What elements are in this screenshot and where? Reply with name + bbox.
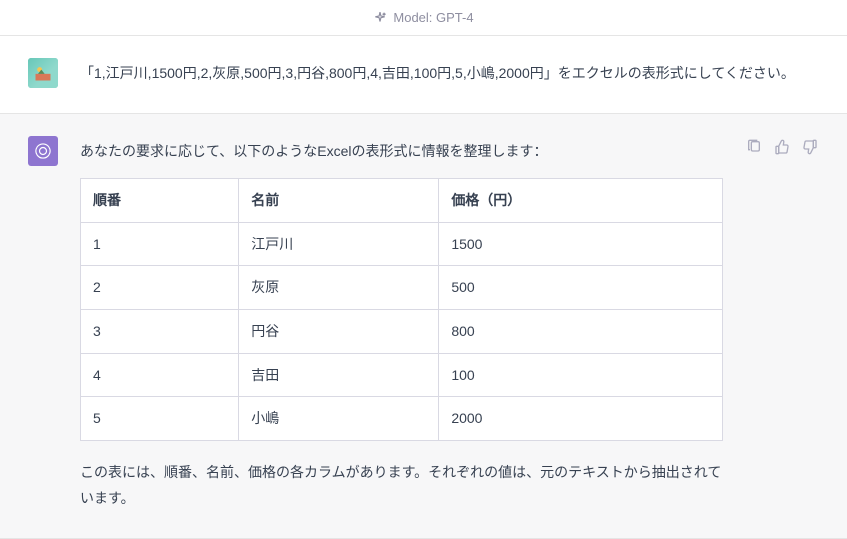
table-cell: 円谷 — [239, 309, 439, 353]
table-row: 5 小嶋 2000 — [81, 397, 723, 441]
thumbs-up-button[interactable] — [773, 138, 791, 156]
table-cell: 小嶋 — [239, 397, 439, 441]
openai-logo-icon — [33, 141, 53, 161]
table-row: 1 江戸川 1500 — [81, 222, 723, 266]
assistant-footnote: この表には、順番、名前、価格の各カラムがあります。それぞれの値は、元のテキストか… — [80, 459, 723, 512]
user-message-text: 「1,江戸川,1500円,2,灰原,500円,3,円谷,800円,4,吉田,10… — [80, 60, 819, 87]
table-row: 4 吉田 100 — [81, 353, 723, 397]
assistant-message-row: あなたの要求に応じて、以下のようなExcelの表形式に情報を整理します： 順番 … — [0, 114, 847, 539]
assistant-avatar — [28, 136, 58, 166]
table-row: 3 円谷 800 — [81, 309, 723, 353]
table-cell: 4 — [81, 353, 239, 397]
table-cell: 500 — [439, 266, 723, 310]
thumbs-down-button[interactable] — [801, 138, 819, 156]
message-actions — [745, 136, 819, 516]
assistant-intro: あなたの要求に応じて、以下のようなExcelの表形式に情報を整理します： — [80, 138, 723, 165]
table-cell: 100 — [439, 353, 723, 397]
thumbs-up-icon — [774, 139, 790, 155]
table-header-cell: 順番 — [81, 179, 239, 223]
table-header-cell: 価格（円） — [439, 179, 723, 223]
sparkle-icon — [373, 11, 387, 25]
table-header-cell: 名前 — [239, 179, 439, 223]
table-cell: 3 — [81, 309, 239, 353]
table-cell: 灰原 — [239, 266, 439, 310]
table-row: 2 灰原 500 — [81, 266, 723, 310]
table-cell: 2 — [81, 266, 239, 310]
user-message-row: 「1,江戸川,1500円,2,灰原,500円,3,円谷,800円,4,吉田,10… — [0, 36, 847, 114]
table-cell: 江戸川 — [239, 222, 439, 266]
clipboard-icon — [746, 139, 762, 155]
thumbs-down-icon — [802, 139, 818, 155]
user-message-body: 「1,江戸川,1500円,2,灰原,500円,3,円谷,800円,4,吉田,10… — [80, 58, 819, 91]
copy-button[interactable] — [745, 138, 763, 156]
table-cell: 5 — [81, 397, 239, 441]
model-header: Model: GPT-4 — [0, 0, 847, 36]
table-cell: 吉田 — [239, 353, 439, 397]
table-cell: 800 — [439, 309, 723, 353]
table-header-row: 順番 名前 価格（円） — [81, 179, 723, 223]
table-cell: 1 — [81, 222, 239, 266]
table-cell: 2000 — [439, 397, 723, 441]
model-label: Model: GPT-4 — [393, 10, 473, 25]
assistant-message-body: あなたの要求に応じて、以下のようなExcelの表形式に情報を整理します： 順番 … — [80, 136, 723, 516]
excel-table: 順番 名前 価格（円） 1 江戸川 1500 2 灰原 500 3 — [80, 178, 723, 441]
user-avatar — [28, 58, 58, 88]
table-cell: 1500 — [439, 222, 723, 266]
